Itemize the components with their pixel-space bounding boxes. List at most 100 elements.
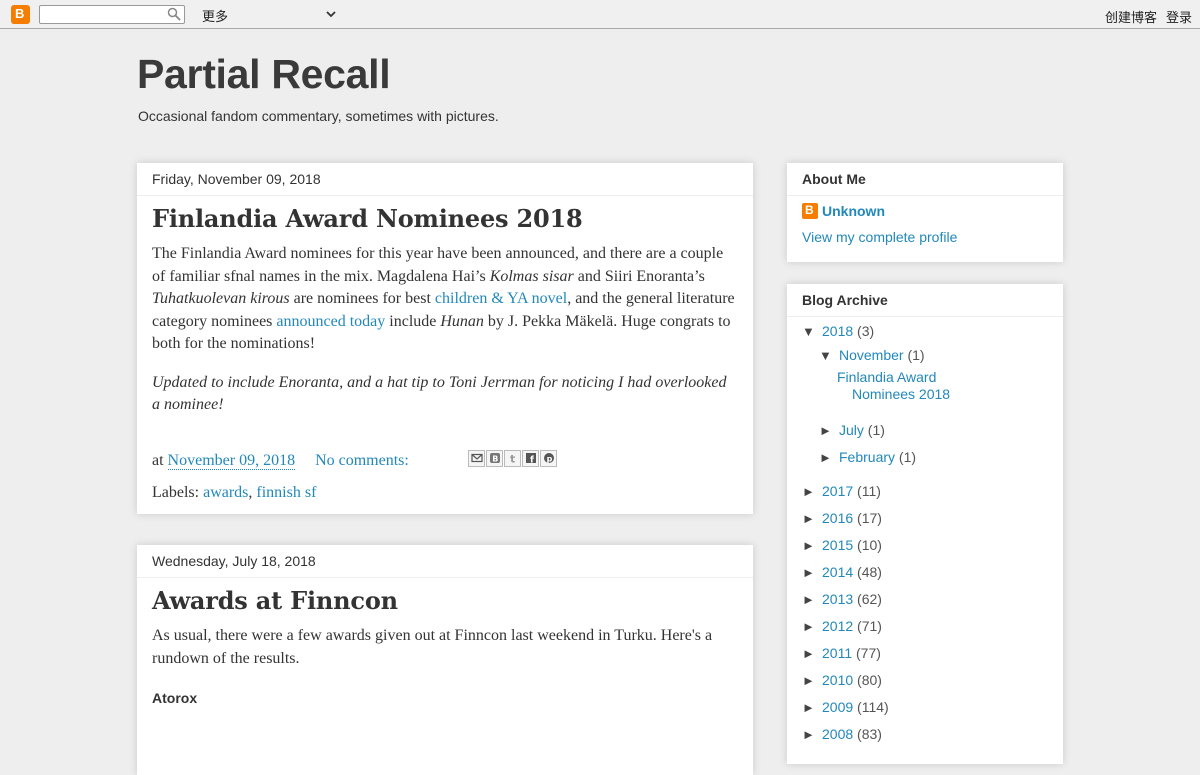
- archive-year-link[interactable]: 2013: [822, 591, 853, 607]
- expand-toggle-icon[interactable]: ►: [802, 694, 822, 721]
- blogger-profile-icon: [802, 203, 818, 219]
- svg-text:f: f: [530, 456, 534, 465]
- archive-count: (11): [857, 483, 881, 499]
- archive-year-row: ▼ 2018 (3): [802, 318, 1048, 342]
- archive-year-row: ► 2014 (48): [802, 559, 1048, 586]
- expand-toggle-icon[interactable]: ►: [802, 505, 822, 532]
- text-run: include: [385, 312, 441, 330]
- archive-count: (3): [857, 323, 875, 339]
- blog-post: Wednesday, July 18, 2018 Awards at Finnc…: [137, 545, 753, 775]
- post-title[interactable]: Finlandia Award Nominees 2018: [152, 204, 738, 233]
- archive-count: (62): [857, 591, 882, 607]
- book-title: Tuhatkuolevan kirous: [152, 290, 290, 307]
- archive-year-link[interactable]: 2011: [822, 645, 852, 661]
- archive-year-link[interactable]: 2017: [822, 483, 853, 499]
- expand-toggle-icon[interactable]: ►: [819, 444, 839, 471]
- blog-archive-widget: Blog Archive ▼ 2018 (3) ▼ November (1) Fin…: [787, 284, 1063, 764]
- post-subheading: Atorox: [152, 690, 198, 706]
- archive-year-link[interactable]: 2016: [822, 510, 853, 526]
- widget-title: About Me: [787, 163, 1063, 196]
- archive-year-link[interactable]: 2009: [822, 699, 853, 715]
- archive-post-link[interactable]: Finlandia Award Nominees 2018: [837, 369, 972, 403]
- blogger-navbar: 更多 创建博客登录: [0, 0, 1200, 29]
- archive-count: (1): [867, 422, 885, 438]
- expand-toggle-icon[interactable]: ►: [802, 532, 822, 559]
- book-title: Kolmas sisar: [489, 267, 574, 285]
- expand-toggle-icon[interactable]: ►: [819, 417, 839, 444]
- svg-text:B: B: [492, 455, 498, 464]
- archive-count: (1): [907, 347, 925, 363]
- widget-title: Blog Archive: [787, 284, 1063, 317]
- archive-month-link[interactable]: November: [839, 347, 904, 363]
- archive-year-link[interactable]: 2015: [822, 537, 853, 553]
- archive-count: (17): [857, 510, 882, 526]
- blogger-logo-icon[interactable]: [11, 5, 30, 24]
- archive-year-row: ► 2015 (10): [802, 532, 1048, 559]
- archive-month-row: ► February (1): [802, 444, 1048, 471]
- archive-year-link[interactable]: 2010: [822, 672, 853, 688]
- announced-today-link[interactable]: announced today: [276, 313, 385, 330]
- archive-year-row: ► 2013 (62): [802, 586, 1048, 613]
- blogthis-share-icon[interactable]: B: [486, 449, 503, 467]
- about-me-widget: About Me Unknown View my complete profil…: [787, 163, 1063, 262]
- post-date: Wednesday, July 18, 2018: [137, 545, 753, 578]
- navbar-search-input[interactable]: [39, 5, 185, 24]
- svg-text:p: p: [546, 454, 552, 463]
- search-icon[interactable]: [165, 6, 183, 23]
- archive-count: (80): [857, 672, 882, 688]
- archive-year-link[interactable]: 2012: [822, 618, 853, 634]
- post-paragraph: As usual, there were a few awards given …: [152, 627, 713, 667]
- archive-year-row: ► 2009 (114): [802, 694, 1048, 721]
- sign-in-link[interactable]: 登录: [1166, 10, 1192, 25]
- children-ya-novel-link[interactable]: children & YA novel: [435, 290, 567, 307]
- archive-count: (48): [857, 564, 882, 580]
- post-timestamp-link[interactable]: November 09, 2018: [167, 451, 296, 470]
- archive-count: (10): [857, 537, 882, 553]
- expand-toggle-icon[interactable]: ►: [802, 586, 822, 613]
- archive-month-link[interactable]: July: [839, 422, 864, 438]
- expand-toggle-icon[interactable]: ►: [802, 667, 822, 694]
- archive-count: (114): [857, 699, 889, 715]
- post-title[interactable]: Awards at Finncon: [152, 586, 738, 615]
- blog-post: Friday, November 09, 2018 Finlandia Awar…: [137, 163, 753, 514]
- post-date: Friday, November 09, 2018: [137, 163, 753, 196]
- chevron-down-icon[interactable]: [325, 7, 337, 19]
- archive-post-item: Finlandia Award Nominees 2018: [802, 369, 1048, 403]
- archive-month-row: ► July (1): [802, 417, 1048, 444]
- post-comments-link[interactable]: No comments:: [315, 452, 409, 469]
- blog-description: Occasional fandom commentary, sometimes …: [138, 108, 499, 124]
- text-run: and Siiri Enoranta’s: [573, 267, 705, 285]
- archive-year-row: ► 2017 (11): [802, 478, 1048, 505]
- post-paragraph: The Finlandia Award nominees for this ye…: [152, 243, 738, 356]
- archive-year-link[interactable]: 2014: [822, 564, 853, 580]
- create-blog-link[interactable]: 创建博客: [1105, 10, 1157, 25]
- book-title: Hunan: [440, 312, 484, 330]
- archive-year-link[interactable]: 2018: [822, 323, 853, 339]
- blog-title[interactable]: Partial Recall: [137, 51, 391, 98]
- archive-year-row: ► 2012 (71): [802, 613, 1048, 640]
- post-labels-prefix: Labels:: [152, 483, 200, 501]
- expand-toggle-icon[interactable]: ►: [802, 613, 822, 640]
- profile-name-link[interactable]: Unknown: [822, 203, 885, 219]
- label-link[interactable]: finnish sf: [256, 484, 316, 501]
- post-at-label: at: [152, 451, 164, 469]
- twitter-share-icon[interactable]: t: [504, 449, 521, 467]
- archive-count: (77): [856, 645, 881, 661]
- pinterest-share-icon[interactable]: p: [540, 449, 557, 467]
- view-profile-link[interactable]: View my complete profile: [802, 229, 1048, 245]
- label-link[interactable]: awards: [203, 484, 248, 501]
- facebook-share-icon[interactable]: f: [522, 449, 539, 467]
- archive-year-row: ► 2008 (83): [802, 721, 1048, 748]
- email-share-icon[interactable]: [468, 449, 485, 467]
- expand-toggle-icon[interactable]: ►: [802, 478, 822, 505]
- navbar-more-menu[interactable]: 更多: [202, 6, 228, 25]
- collapse-toggle-icon[interactable]: ▼: [819, 343, 839, 369]
- expand-toggle-icon[interactable]: ►: [802, 640, 822, 667]
- archive-month-link[interactable]: February: [839, 449, 895, 465]
- archive-year-row: ► 2010 (80): [802, 667, 1048, 694]
- svg-text:t: t: [510, 453, 515, 465]
- expand-toggle-icon[interactable]: ►: [802, 721, 822, 748]
- post-update-note: Updated to include Enoranta, and a hat t…: [152, 373, 727, 414]
- expand-toggle-icon[interactable]: ►: [802, 559, 822, 586]
- archive-count: (71): [857, 618, 882, 634]
